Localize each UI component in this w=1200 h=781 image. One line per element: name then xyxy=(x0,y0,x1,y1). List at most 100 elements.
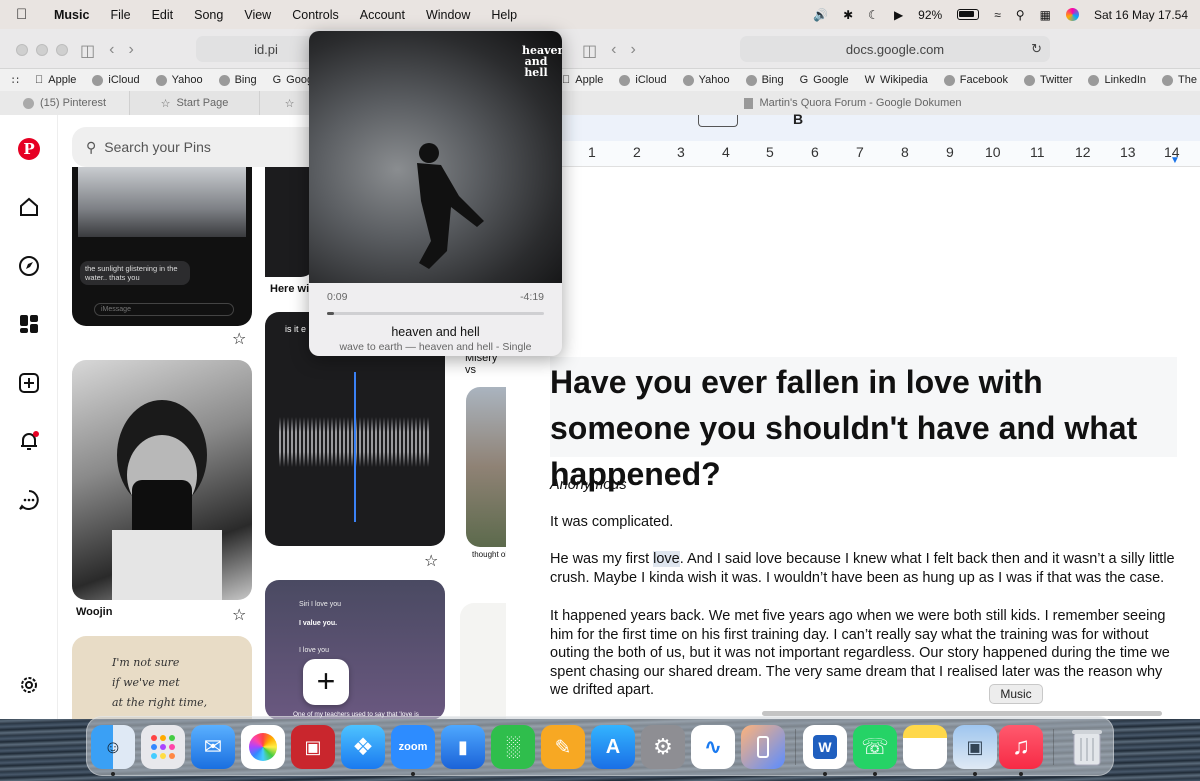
menu-song[interactable]: Song xyxy=(194,8,223,22)
pin-card-sunlight[interactable]: the sunlight glistening in the water.. t… xyxy=(72,167,252,326)
pinterest-search-input[interactable]: ⚲ Search your Pins xyxy=(72,127,332,167)
favorite-bing[interactable]: Bing xyxy=(745,74,784,86)
favorite-bing[interactable]: Bing xyxy=(218,74,257,86)
menu-file[interactable]: File xyxy=(110,8,130,22)
messages-icon[interactable] xyxy=(17,488,41,512)
microsoft-word-icon[interactable]: W xyxy=(803,725,847,769)
menu-clock[interactable]: Sat 16 May 17.54 xyxy=(1094,8,1188,22)
favorite-apple[interactable]:  Apple xyxy=(35,74,76,86)
address-text: id.pi xyxy=(254,41,278,57)
siri-icon[interactable] xyxy=(1065,8,1079,21)
menu-help[interactable]: Help xyxy=(491,8,517,22)
pin-card-dark-chat[interactable] xyxy=(265,167,315,277)
create-pin-plus-button[interactable]: + xyxy=(303,659,349,705)
tab-pinterest[interactable]: (15) Pinterest xyxy=(0,91,130,115)
system-settings-icon[interactable]: ⚙ xyxy=(641,725,685,769)
sidebar-toggle-icon[interactable]: ◫ xyxy=(80,41,95,61)
photo-booth-icon[interactable]: ▣ xyxy=(291,725,335,769)
menu-controls[interactable]: Controls xyxy=(292,8,339,22)
control-center-icon[interactable]: ▦ xyxy=(1040,8,1051,22)
artwork-silhouette xyxy=(417,143,484,269)
finder-icon[interactable]: ☺ xyxy=(91,725,135,769)
numbers-icon[interactable]: ░ xyxy=(491,725,535,769)
favorite-wikipedia[interactable]: W Wikipedia xyxy=(865,74,928,86)
favorite-weather-channel[interactable]: The Weather Chan xyxy=(1162,74,1200,86)
home-icon[interactable] xyxy=(17,195,41,219)
forward-icon[interactable]: › xyxy=(128,41,133,61)
pin-card-landscape[interactable] xyxy=(466,387,510,547)
apple-menu-icon[interactable]:  xyxy=(16,6,34,23)
menu-account[interactable]: Account xyxy=(360,8,405,22)
boards-icon[interactable] xyxy=(17,312,41,336)
pin-card-book-page[interactable] xyxy=(460,603,510,719)
pin-caption: Here wit xyxy=(270,283,313,295)
trash-icon[interactable] xyxy=(1065,725,1109,769)
zoom-icon[interactable]: zoom xyxy=(391,725,435,769)
favorite-yahoo[interactable]: Yahoo xyxy=(155,74,203,86)
favorite-facebook[interactable]: Facebook xyxy=(943,74,1008,86)
mail-icon[interactable]: ✉ xyxy=(191,725,235,769)
zoom-window-button[interactable] xyxy=(56,44,68,56)
app-store-icon[interactable]: A xyxy=(591,725,635,769)
keynote-icon[interactable]: ▮ xyxy=(441,725,485,769)
volume-icon[interactable]: 🔊 xyxy=(813,8,828,22)
notifications-bell-icon[interactable] xyxy=(17,429,41,453)
photos-icon[interactable] xyxy=(241,725,285,769)
spotlight-search-icon[interactable]: ⚲ xyxy=(1016,8,1025,22)
save-star-icon[interactable]: ☆ xyxy=(232,605,246,625)
music-mini-player[interactable]: heaven and hell 0:09 -4:19 heaven and he… xyxy=(309,31,562,356)
address-bar[interactable]: docs.google.com ↻ xyxy=(740,36,1050,62)
ruler-mark: 3 xyxy=(677,144,685,160)
forward-icon[interactable]: › xyxy=(630,41,635,61)
favorite-google[interactable]: G Google xyxy=(800,74,849,86)
pin-card-woojin[interactable] xyxy=(72,360,252,600)
minimize-window-button[interactable] xyxy=(36,44,48,56)
tab-google-docs[interactable]: Martin's Quora Forum - Google Dokumen xyxy=(506,91,1200,115)
tab-start-page[interactable]: ☆ Start Page xyxy=(130,91,260,115)
menu-edit[interactable]: Edit xyxy=(152,8,174,22)
track-title: heaven and hell xyxy=(391,325,480,339)
right-indent-marker-icon[interactable]: ▼ xyxy=(1170,155,1180,166)
menu-window[interactable]: Window xyxy=(426,8,470,22)
back-icon[interactable]: ‹ xyxy=(109,41,114,61)
reload-icon[interactable]: ↻ xyxy=(1031,41,1042,57)
save-star-icon[interactable]: ☆ xyxy=(424,551,438,571)
pinterest-logo[interactable]: P xyxy=(17,137,41,161)
menu-view[interactable]: View xyxy=(244,8,271,22)
focus-moon-icon[interactable]: ☾ xyxy=(868,8,879,22)
favorite-linkedin[interactable]: LinkedIn xyxy=(1088,74,1146,86)
settings-gear-icon[interactable] xyxy=(17,673,41,697)
favorite-apple[interactable]:  Apple xyxy=(562,74,603,86)
launchpad-icon[interactable] xyxy=(141,725,185,769)
apps-grid-icon[interactable]: ∷ xyxy=(12,74,19,87)
favorite-icloud[interactable]: iCloud xyxy=(92,74,140,86)
close-window-button[interactable] xyxy=(16,44,28,56)
back-icon[interactable]: ‹ xyxy=(611,41,616,61)
safari-icon[interactable]: ❖ xyxy=(341,725,385,769)
favorite-icloud[interactable]: iCloud xyxy=(619,74,667,86)
wifi-icon[interactable]: ≈ xyxy=(994,8,1001,22)
whatsapp-icon[interactable]: ☏ xyxy=(853,725,897,769)
notes-icon[interactable] xyxy=(903,725,947,769)
music-icon[interactable]: ♫ xyxy=(999,725,1043,769)
bold-icon[interactable]: B xyxy=(793,111,803,127)
window-controls xyxy=(16,44,68,56)
favorite-twitter[interactable]: Twitter xyxy=(1024,74,1072,86)
font-size-box[interactable] xyxy=(698,115,738,127)
preview-icon[interactable]: ▣ xyxy=(953,725,997,769)
create-plus-icon[interactable] xyxy=(17,371,41,395)
pin-card-siri[interactable]: Siri I love you I value you. I love you … xyxy=(265,580,445,719)
now-playing-icon[interactable]: ▶ xyxy=(894,8,903,22)
bluetooth-icon[interactable]: ✱ xyxy=(843,8,853,22)
favorite-yahoo[interactable]: Yahoo xyxy=(682,74,730,86)
freeform-icon[interactable]: ∿ xyxy=(691,725,735,769)
sidebar-toggle-icon[interactable]: ◫ xyxy=(582,41,597,61)
pages-icon[interactable]: ✎ xyxy=(541,725,585,769)
battery-icon[interactable] xyxy=(957,9,980,20)
iphone-mirroring-icon[interactable] xyxy=(741,725,785,769)
explore-compass-icon[interactable] xyxy=(17,254,41,278)
pin-card-handwritten-note[interactable]: I'm not sure if we've met at the right t… xyxy=(72,636,252,719)
save-star-icon[interactable]: ☆ xyxy=(232,329,246,349)
playback-progress-bar[interactable] xyxy=(327,312,544,315)
menu-app-name[interactable]: Music xyxy=(54,8,89,22)
